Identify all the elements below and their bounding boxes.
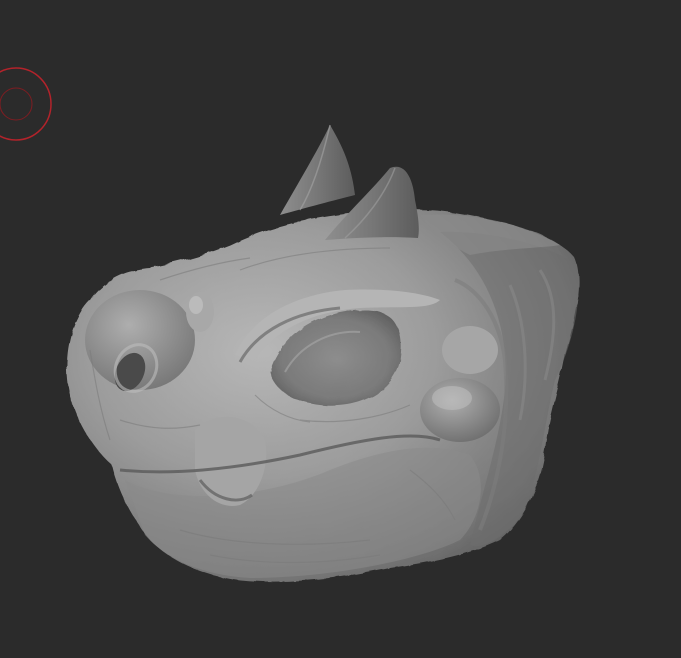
dragon-head-model[interactable] — [0, 0, 681, 658]
rear-cheek — [442, 326, 498, 374]
sculpt-viewport-canvas[interactable] — [0, 0, 681, 658]
